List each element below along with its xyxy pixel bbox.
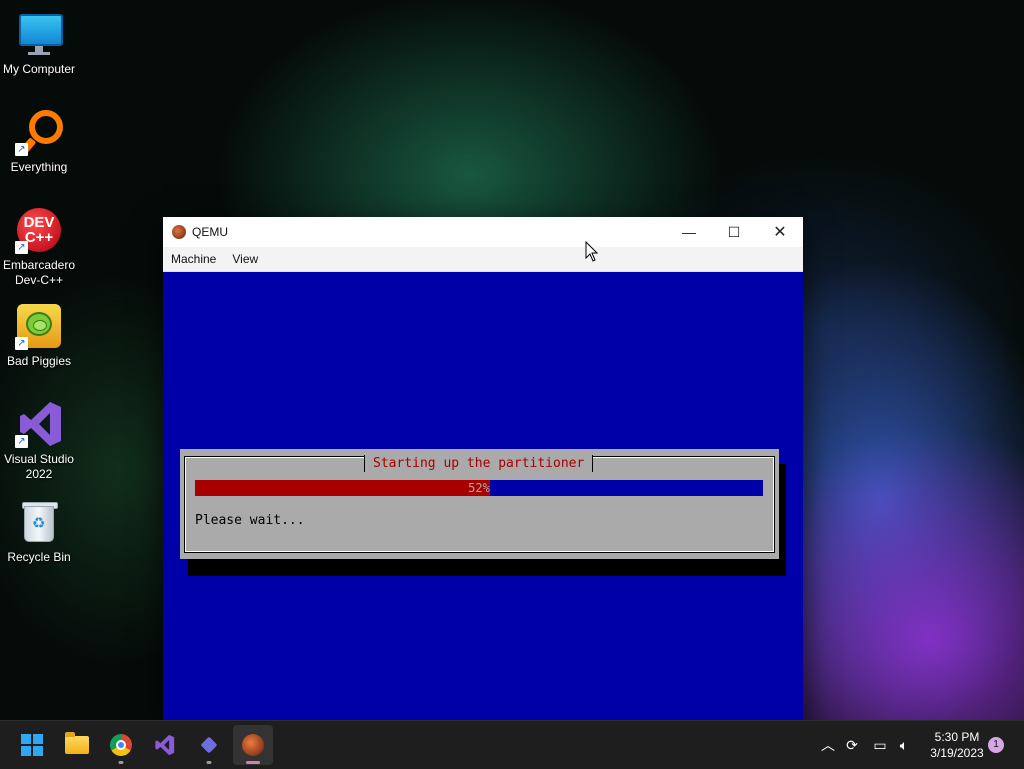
network-icon[interactable]: ▭ <box>870 735 890 755</box>
window-title: QEMU <box>192 225 228 239</box>
visual-studio-icon <box>155 734 175 756</box>
title-bar[interactable]: QEMU — ☐ ✕ <box>163 217 803 247</box>
dialog-message: Please wait... <box>195 513 305 528</box>
desktop-icon-label: Everything <box>10 160 68 174</box>
clock-time: 5:30 PM <box>934 730 980 744</box>
maximize-button[interactable]: ☐ <box>711 217 757 247</box>
qemu-icon <box>242 734 264 756</box>
shortcut-arrow-icon: ↗ <box>15 337 28 350</box>
app-icon <box>200 736 218 754</box>
pig-icon: ↗ <box>15 302 63 350</box>
progress-bar: 52% <box>195 480 763 496</box>
qemu-app-icon <box>172 225 186 239</box>
installer-dialog: Starting up the partitioner 52% Please w… <box>180 449 779 559</box>
taskbar-qemu[interactable] <box>233 725 273 765</box>
taskbar-visual-studio[interactable] <box>145 725 185 765</box>
desktop-icon-label: Visual Studio <box>4 452 74 466</box>
notification-badge[interactable]: 1 <box>988 737 1004 753</box>
taskbar-app[interactable] <box>189 725 229 765</box>
recycle-bin-icon: ♻ <box>15 498 63 546</box>
progress-label: 52% <box>468 481 490 495</box>
devcpp-badge-line1: DEV <box>23 214 55 231</box>
shortcut-arrow-icon: ↗ <box>15 143 28 156</box>
windows-logo-icon <box>21 734 43 756</box>
shortcut-arrow-icon: ↗ <box>15 241 28 254</box>
chevron-up-icon[interactable]: ︿ <box>818 735 838 755</box>
devcpp-icon: DEV C++ ↗ <box>15 206 63 254</box>
folder-icon <box>65 732 89 754</box>
menu-machine[interactable]: Machine <box>163 252 224 266</box>
computer-icon <box>15 10 63 58</box>
desktop-icon-label: Bad Piggies <box>6 354 72 368</box>
desktop-icon-everything[interactable]: ↗ Everything <box>0 108 78 175</box>
start-button[interactable] <box>12 725 52 765</box>
vm-display[interactable]: Starting up the partitioner 52% Please w… <box>163 272 803 721</box>
desktop-icon-recycle-bin[interactable]: ♻ Recycle Bin <box>0 498 78 565</box>
magnifier-icon: ↗ <box>15 108 63 156</box>
desktop-icon-bad-piggies[interactable]: ↗ Bad Piggies <box>0 302 78 369</box>
taskbar: ︿ ⟳ ▭ 🔈︎ 5:30 PM 3/19/2023 1 <box>0 720 1024 769</box>
clock[interactable]: 5:30 PM 3/19/2023 <box>920 729 994 761</box>
desktop-icon-label: Recycle Bin <box>7 550 71 564</box>
desktop-icon-label-line2: Dev-C++ <box>14 273 64 287</box>
menu-view[interactable]: View <box>224 252 266 266</box>
volume-icon[interactable]: 🔈︎ <box>894 735 914 755</box>
desktop-icon-devcpp[interactable]: DEV C++ ↗ Embarcadero Dev-C++ <box>0 206 78 288</box>
running-indicator <box>118 761 124 764</box>
desktop-icon-label-line2: 2022 <box>25 467 53 481</box>
desktop-icon-label: Embarcadero <box>2 258 76 272</box>
minimize-button[interactable]: — <box>666 217 712 247</box>
taskbar-file-explorer[interactable] <box>57 725 97 765</box>
close-button[interactable]: ✕ <box>757 217 803 247</box>
qemu-window[interactable]: QEMU — ☐ ✕ Machine View Starting up the … <box>163 217 803 721</box>
desktop-icon-label: My Computer <box>2 62 76 76</box>
visual-studio-icon: ↗ <box>15 400 63 448</box>
shortcut-arrow-icon: ↗ <box>15 435 28 448</box>
desktop-icon-my-computer[interactable]: My Computer <box>0 10 78 77</box>
active-indicator <box>246 761 260 764</box>
mouse-cursor-icon <box>585 241 599 262</box>
taskbar-chrome[interactable] <box>101 725 141 765</box>
menu-bar: Machine View <box>163 247 803 272</box>
running-indicator <box>206 761 212 764</box>
chrome-icon <box>110 734 132 756</box>
dialog-title: Starting up the partitioner <box>364 455 594 472</box>
sync-alert-icon[interactable]: ⟳ <box>842 735 862 755</box>
desktop-icon-visual-studio[interactable]: ↗ Visual Studio 2022 <box>0 400 78 482</box>
clock-date: 3/19/2023 <box>930 746 984 760</box>
dialog-frame: Starting up the partitioner <box>184 455 775 553</box>
